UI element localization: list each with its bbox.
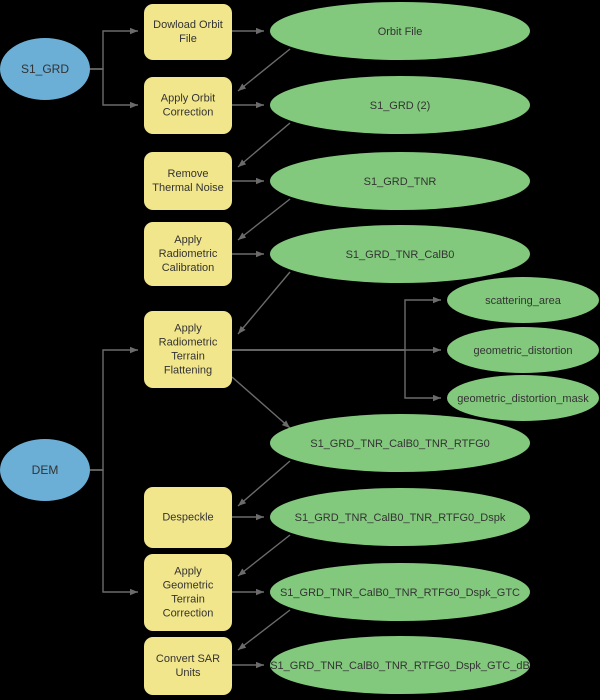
edge-d_grd2-to-p_tnr bbox=[237, 122, 291, 168]
product-label: scattering_area bbox=[485, 295, 562, 307]
product-node-d_dspk[interactable]: S1_GRD_TNR_CalB0_TNR_RTFG0_Dspk bbox=[270, 488, 530, 546]
product-node-d_scat[interactable]: scattering_area bbox=[447, 277, 599, 323]
edge-s1grd-to-p_orb bbox=[90, 68, 138, 109]
product-label: S1_GRD_TNR_CalB0_TNR_RTFG0 bbox=[310, 438, 490, 450]
product-label: S1_GRD_TNR_CalB0_TNR_RTFG0_Dspk_GTC_dB bbox=[270, 660, 530, 672]
processing-graph-svg: S1_GRD DEM Dowload Orbit File Apply Orbit Cor… bbox=[0, 2, 599, 695]
edge-s1grd-to-p_dl bbox=[90, 27, 138, 70]
edge-d_cal-to-p_rtf bbox=[237, 271, 291, 335]
nodes-layer: S1_GRD DEM Dowload Orbit File Apply Orbit Cor… bbox=[0, 2, 599, 695]
source-node-dem[interactable]: DEM bbox=[0, 439, 90, 501]
process-label-line: Radiometric bbox=[159, 336, 218, 348]
process-label-line: Apply Orbit bbox=[161, 92, 215, 104]
process-label-line: Correction bbox=[163, 106, 214, 118]
process-label-line: Radiometric bbox=[159, 248, 218, 260]
product-label: S1_GRD_TNR bbox=[364, 176, 437, 188]
edge-dem-to-p_gtc bbox=[90, 469, 138, 596]
flowchart-canvas: S1_GRD DEM Dowload Orbit File Apply Orbit Cor… bbox=[0, 0, 600, 700]
edge-d_rtf-to-p_dspk bbox=[237, 460, 291, 507]
product-node-d_gtc[interactable]: S1_GRD_TNR_CalB0_TNR_RTFG0_Dspk_GTC bbox=[270, 563, 530, 621]
process-label-line: Apply bbox=[174, 234, 202, 246]
edge-p_rtf-to-d_rtf bbox=[231, 376, 291, 429]
process-label-line: Terrain bbox=[171, 350, 205, 362]
source-label: S1_GRD bbox=[21, 62, 69, 76]
process-node-p_tnr[interactable]: Remove Thermal Noise bbox=[144, 152, 232, 210]
edge-p_rtf-to-d_geom bbox=[232, 349, 441, 402]
product-node-d_tnr[interactable]: S1_GRD_TNR bbox=[270, 152, 530, 210]
process-label-line: Remove bbox=[168, 168, 209, 180]
process-node-p_dspk[interactable]: Despeckle bbox=[144, 487, 232, 548]
process-node-p_cal[interactable]: Apply Radiometric Calibration bbox=[144, 222, 232, 286]
process-label-line: Convert SAR bbox=[156, 653, 220, 665]
process-node-p_gtc[interactable]: Apply Geometric Terrain Correction bbox=[144, 554, 232, 631]
source-label: DEM bbox=[32, 463, 59, 477]
product-node-d_orbit[interactable]: Orbit File bbox=[270, 2, 530, 60]
product-node-d_geod[interactable]: geometric_distortion bbox=[447, 327, 599, 373]
product-node-d_cal[interactable]: S1_GRD_TNR_CalB0 bbox=[270, 225, 530, 283]
product-label: geometric_distortion_mask bbox=[457, 393, 589, 405]
process-node-p_rtf[interactable]: Apply Radiometric Terrain Flattening bbox=[144, 311, 232, 388]
product-node-d_grd2[interactable]: S1_GRD (2) bbox=[270, 76, 530, 134]
process-label-line: Geometric bbox=[163, 579, 214, 591]
edge-d_gtc-to-p_db bbox=[237, 609, 291, 651]
process-label-line: Units bbox=[175, 667, 201, 679]
source-node-s1grd[interactable]: S1_GRD bbox=[0, 38, 90, 100]
process-label-line: Terrain bbox=[171, 593, 205, 605]
product-label: geometric_distortion bbox=[473, 345, 572, 357]
process-node-p_dl[interactable]: Dowload Orbit File bbox=[144, 4, 232, 60]
product-label: S1_GRD_TNR_CalB0 bbox=[346, 249, 455, 261]
process-label-line: Apply bbox=[174, 322, 202, 334]
process-label-line: Thermal Noise bbox=[152, 182, 224, 194]
edge-d_orbit-to-p_orb bbox=[237, 48, 291, 92]
process-label-line: Correction bbox=[163, 607, 214, 619]
product-node-d_db[interactable]: S1_GRD_TNR_CalB0_TNR_RTFG0_Dspk_GTC_dB bbox=[270, 636, 530, 694]
edge-p_rtf-to-d_scat bbox=[232, 296, 441, 351]
process-label-line: Apply bbox=[174, 565, 202, 577]
product-label: S1_GRD_TNR_CalB0_TNR_RTFG0_Dspk_GTC bbox=[280, 587, 520, 599]
process-label-line: File bbox=[179, 33, 197, 45]
process-label-line: Flattening bbox=[164, 364, 212, 376]
product-node-d_rtf[interactable]: S1_GRD_TNR_CalB0_TNR_RTFG0 bbox=[270, 414, 530, 472]
process-label-line: Calibration bbox=[162, 262, 215, 274]
edge-dem-to-p_rtf bbox=[90, 346, 138, 471]
edge-d_dspk-to-p_gtc bbox=[237, 534, 291, 577]
process-node-p_db[interactable]: Convert SAR Units bbox=[144, 637, 232, 695]
product-node-d_geom[interactable]: geometric_distortion_mask bbox=[447, 375, 599, 421]
edge-d_tnr-to-p_cal bbox=[237, 198, 291, 241]
process-label-line: Dowload Orbit bbox=[153, 19, 223, 31]
product-label: S1_GRD_TNR_CalB0_TNR_RTFG0_Dspk bbox=[295, 512, 506, 524]
process-label-line: Despeckle bbox=[162, 511, 213, 523]
product-label: S1_GRD (2) bbox=[370, 100, 431, 112]
product-label: Orbit File bbox=[378, 26, 423, 38]
process-node-p_orb[interactable]: Apply Orbit Correction bbox=[144, 77, 232, 134]
